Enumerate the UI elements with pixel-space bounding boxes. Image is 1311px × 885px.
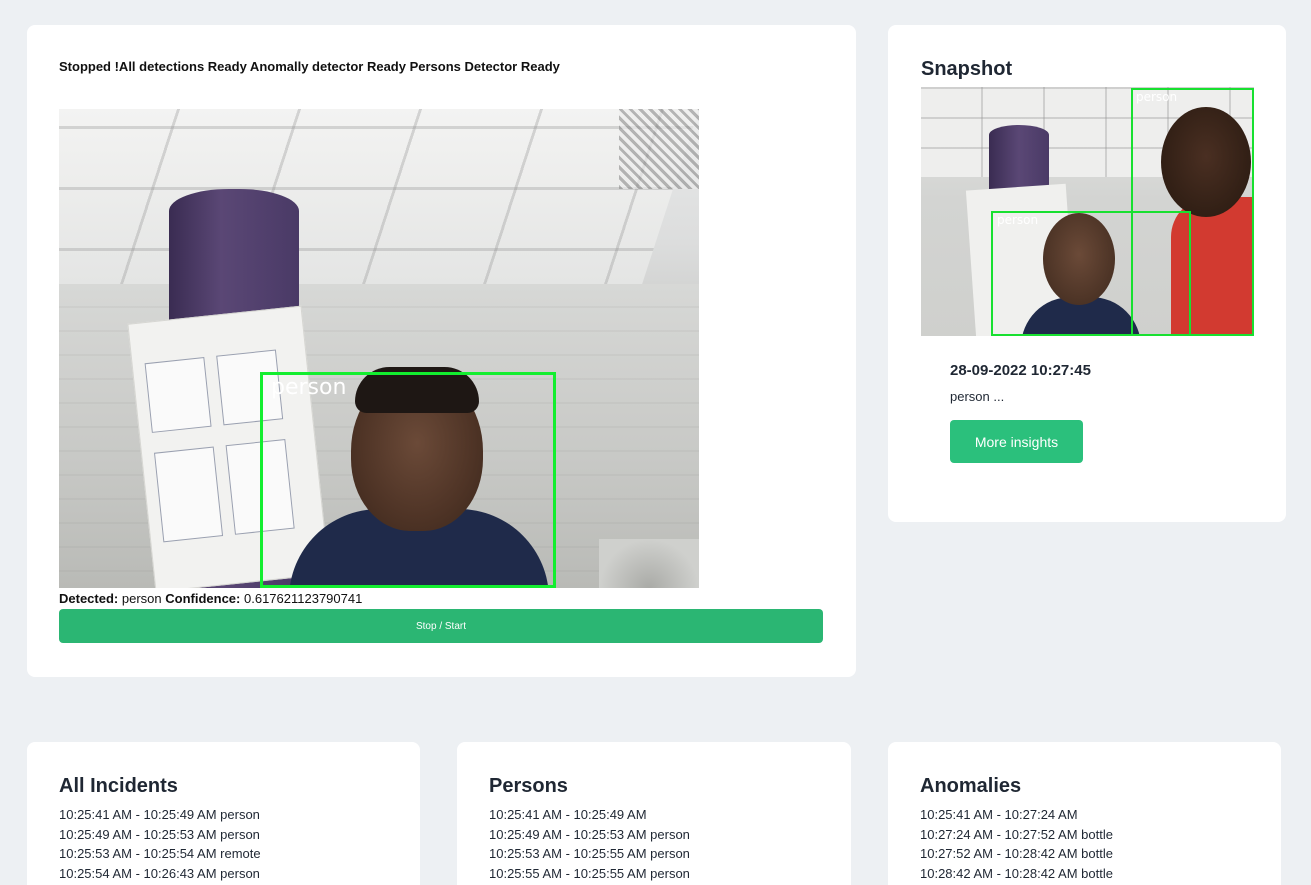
list-item[interactable]: 10:25:41 AM - 10:27:24 AM bbox=[920, 805, 1113, 825]
detection-result: Detected: person Confidence: 0.617621123… bbox=[59, 591, 362, 606]
more-insights-button[interactable]: More insights bbox=[950, 420, 1083, 463]
snapshot-detection-box bbox=[991, 211, 1191, 336]
live-detection-card: Stopped !All detections Ready Anomally d… bbox=[27, 25, 856, 677]
detection-label: person bbox=[271, 375, 347, 400]
all-incidents-list: 10:25:41 AM - 10:25:49 AM person 10:25:4… bbox=[59, 805, 261, 883]
poster-panel bbox=[144, 357, 212, 433]
anomalies-card: Anomalies 10:25:41 AM - 10:27:24 AM 10:2… bbox=[888, 742, 1281, 885]
snapshot-detection-label: person bbox=[997, 213, 1039, 227]
list-item[interactable]: 10:25:49 AM - 10:25:53 AM person bbox=[489, 825, 690, 845]
camera-feed: person bbox=[59, 109, 699, 588]
list-item[interactable]: 10:27:52 AM - 10:28:42 AM bottle bbox=[920, 844, 1113, 864]
snapshot-label: person ... bbox=[950, 389, 1005, 404]
snapshot-card: Snapshot person person 28-09-2022 10:27:… bbox=[888, 25, 1286, 522]
persons-list: 10:25:41 AM - 10:25:49 AM 10:25:49 AM - … bbox=[489, 805, 690, 883]
feed-ceiling bbox=[59, 109, 699, 309]
all-incidents-card: All Incidents 10:25:41 AM - 10:25:49 AM … bbox=[27, 742, 420, 885]
confidence-label: Confidence: bbox=[165, 591, 241, 606]
snapshot-image[interactable]: person person bbox=[921, 87, 1254, 336]
list-item[interactable]: 10:25:41 AM - 10:25:49 AM person bbox=[59, 805, 261, 825]
list-item[interactable]: 10:25:49 AM - 10:25:53 AM person bbox=[59, 825, 261, 845]
anomalies-list: 10:25:41 AM - 10:27:24 AM 10:27:24 AM - … bbox=[920, 805, 1113, 883]
detected-label: Detected: bbox=[59, 591, 119, 606]
list-item[interactable]: 10:28:42 AM - 10:28:42 AM bottle bbox=[920, 864, 1113, 884]
list-item[interactable]: 10:25:54 AM - 10:26:43 AM person bbox=[59, 864, 261, 884]
list-item[interactable]: 10:25:53 AM - 10:25:55 AM person bbox=[489, 844, 690, 864]
all-incidents-title: All Incidents bbox=[59, 775, 178, 797]
list-item[interactable]: 10:25:53 AM - 10:25:54 AM remote bbox=[59, 844, 261, 864]
detection-box bbox=[260, 372, 556, 588]
status-text: Stopped !All detections Ready Anomally d… bbox=[59, 59, 560, 74]
persons-title: Persons bbox=[489, 775, 568, 797]
persons-card: Persons 10:25:41 AM - 10:25:49 AM 10:25:… bbox=[457, 742, 851, 885]
list-item[interactable]: 10:25:41 AM - 10:25:49 AM bbox=[489, 805, 690, 825]
list-item[interactable]: 10:27:24 AM - 10:27:52 AM bottle bbox=[920, 825, 1113, 845]
confidence-value: 0.617621123790741 bbox=[244, 591, 363, 606]
feed-plant bbox=[599, 539, 699, 588]
feed-vent bbox=[619, 109, 699, 189]
snapshot-detection-label: person bbox=[1136, 90, 1178, 104]
list-item[interactable]: 10:25:55 AM - 10:25:55 AM person bbox=[489, 864, 690, 884]
poster-panel bbox=[153, 446, 224, 543]
snapshot-timestamp: 28-09-2022 10:27:45 bbox=[950, 362, 1091, 379]
snapshot-title: Snapshot bbox=[921, 58, 1013, 80]
anomalies-title: Anomalies bbox=[920, 775, 1022, 797]
stop-start-button[interactable]: Stop / Start bbox=[59, 609, 823, 643]
detected-value: person bbox=[121, 591, 162, 606]
